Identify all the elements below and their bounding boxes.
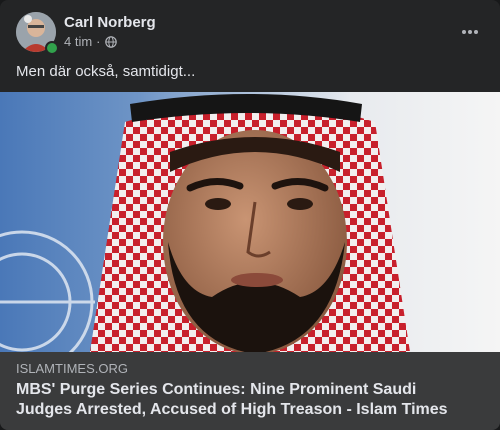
- more-horizontal-icon: [462, 30, 478, 34]
- meta-separator: ·: [96, 34, 101, 49]
- post-caption: Men där också, samtidigt...: [16, 63, 196, 80]
- link-domain: ISLAMTIMES.ORG: [16, 361, 128, 376]
- globe-icon[interactable]: [104, 36, 117, 48]
- link-preview-image[interactable]: [0, 92, 500, 352]
- online-status-dot: [45, 41, 59, 55]
- author-name[interactable]: Carl Norberg: [64, 13, 156, 33]
- link-title[interactable]: MBS' Purge Series Continues: Nine Promin…: [16, 380, 456, 420]
- link-preview-card[interactable]: ISLAMTIMES.ORG MBS' Purge Series Continu…: [0, 92, 500, 430]
- feed-post: Carl Norberg 4 tim · Men där också, samt…: [0, 0, 500, 430]
- link-info[interactable]: ISLAMTIMES.ORG MBS' Purge Series Continu…: [0, 352, 500, 430]
- post-time[interactable]: 4 tim: [64, 34, 92, 50]
- post-header: Carl Norberg 4 tim ·: [16, 12, 488, 55]
- more-options-button[interactable]: [452, 14, 488, 50]
- post-meta: 4 tim ·: [64, 34, 117, 50]
